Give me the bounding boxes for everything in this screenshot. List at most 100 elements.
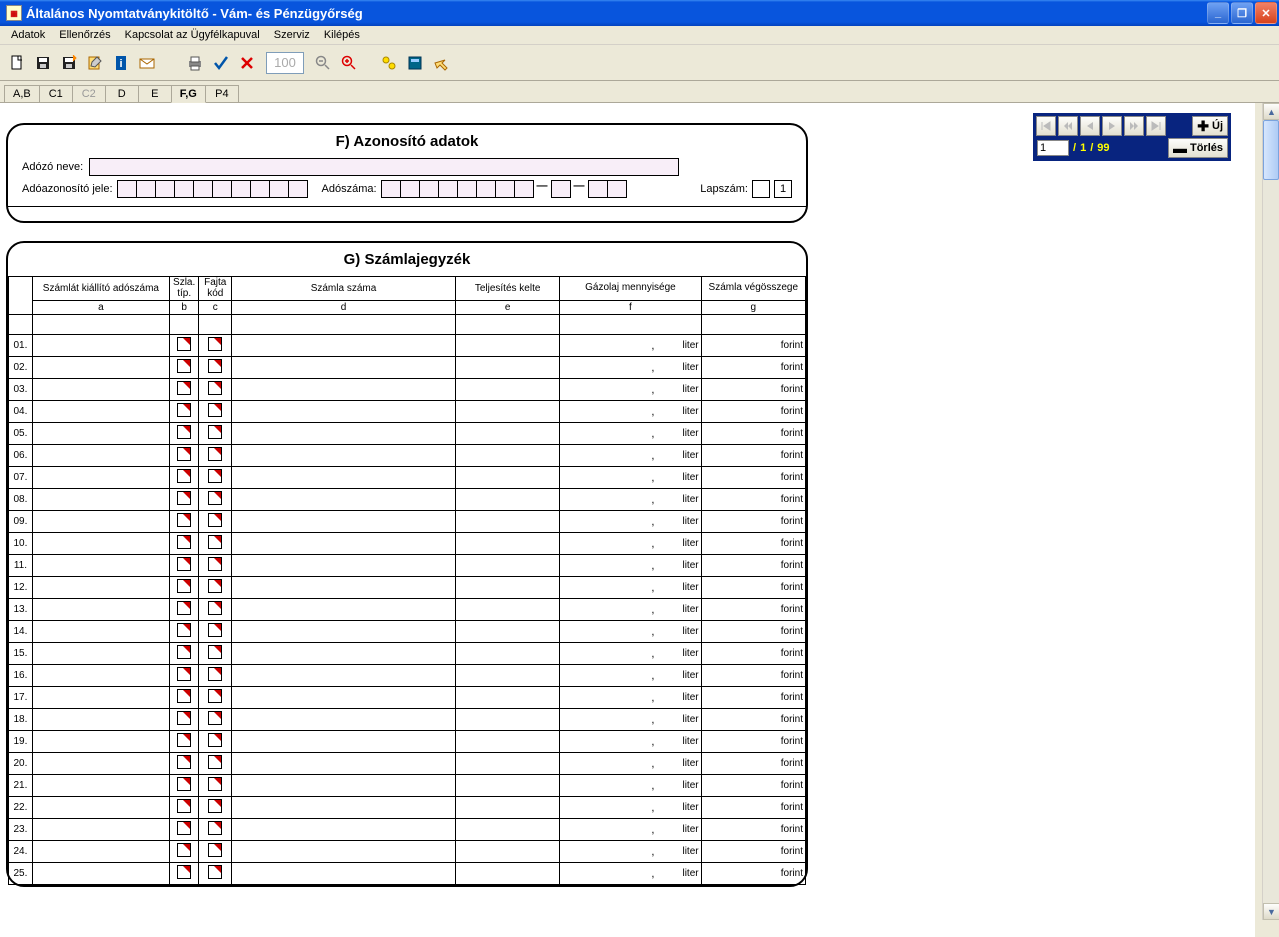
cell-date[interactable] xyxy=(455,775,559,797)
cell-taxnum[interactable] xyxy=(32,687,169,709)
cell-type[interactable] xyxy=(169,643,199,665)
cell-taxnum[interactable] xyxy=(32,489,169,511)
cell-type[interactable] xyxy=(169,841,199,863)
cell-taxnum[interactable] xyxy=(32,819,169,841)
cell-qty[interactable]: ,liter xyxy=(560,445,701,467)
cell-type[interactable] xyxy=(169,357,199,379)
cell-invoice[interactable] xyxy=(232,379,456,401)
cell-code[interactable] xyxy=(199,511,232,533)
cell-type[interactable] xyxy=(169,665,199,687)
dropdown-icon[interactable] xyxy=(208,381,222,395)
nav-next-fast-button[interactable] xyxy=(1124,116,1144,136)
dropdown-icon[interactable] xyxy=(208,513,222,527)
cell-type[interactable] xyxy=(169,555,199,577)
cell-code[interactable] xyxy=(199,489,232,511)
cell-type[interactable] xyxy=(169,819,199,841)
dropdown-icon[interactable] xyxy=(208,557,222,571)
dropdown-icon[interactable] xyxy=(208,865,222,879)
cell-total[interactable]: forint xyxy=(701,379,805,401)
cell-total[interactable]: forint xyxy=(701,467,805,489)
cell-taxnum[interactable] xyxy=(32,467,169,489)
cell-date[interactable] xyxy=(455,753,559,775)
cell-type[interactable] xyxy=(169,753,199,775)
tab-p4[interactable]: P4 xyxy=(205,85,239,102)
dropdown-icon[interactable] xyxy=(177,623,191,637)
tab-c1[interactable]: C1 xyxy=(39,85,73,102)
cell-total[interactable]: forint xyxy=(701,445,805,467)
taxnum-char[interactable] xyxy=(457,180,477,198)
cell-date[interactable] xyxy=(455,819,559,841)
taxid-char[interactable] xyxy=(174,180,194,198)
cell-taxnum[interactable] xyxy=(32,423,169,445)
dropdown-icon[interactable] xyxy=(177,645,191,659)
cell-taxnum[interactable] xyxy=(32,621,169,643)
window-close-button[interactable]: ✕ xyxy=(1255,2,1277,24)
cell-qty[interactable]: ,liter xyxy=(560,533,701,555)
cell-date[interactable] xyxy=(455,643,559,665)
dropdown-icon[interactable] xyxy=(208,535,222,549)
dropdown-icon[interactable] xyxy=(177,557,191,571)
cell-qty[interactable]: ,liter xyxy=(560,841,701,863)
cell-date[interactable] xyxy=(455,577,559,599)
cell-qty[interactable]: ,liter xyxy=(560,819,701,841)
taxid-char[interactable] xyxy=(288,180,308,198)
cell-invoice[interactable] xyxy=(232,555,456,577)
cell-date[interactable] xyxy=(455,841,559,863)
cell-total[interactable]: forint xyxy=(701,489,805,511)
cell-invoice[interactable] xyxy=(232,533,456,555)
cell-invoice[interactable] xyxy=(232,401,456,423)
calc-button[interactable] xyxy=(404,52,426,74)
cell-total[interactable]: forint xyxy=(701,863,805,885)
cell-taxnum[interactable] xyxy=(32,511,169,533)
cell-qty[interactable]: ,liter xyxy=(560,709,701,731)
cell-qty[interactable]: ,liter xyxy=(560,599,701,621)
tab-e[interactable]: E xyxy=(138,85,172,102)
print-button[interactable] xyxy=(184,52,206,74)
cell-code[interactable] xyxy=(199,665,232,687)
cell-total[interactable]: forint xyxy=(701,335,805,357)
info-button[interactable]: i xyxy=(110,52,132,74)
scroll-down-button[interactable]: ▼ xyxy=(1263,903,1279,920)
taxid-char[interactable] xyxy=(212,180,232,198)
cell-taxnum[interactable] xyxy=(32,775,169,797)
taxnum-char[interactable] xyxy=(551,180,571,198)
cell-total[interactable]: forint xyxy=(701,621,805,643)
taxid-char[interactable] xyxy=(193,180,213,198)
cell-invoice[interactable] xyxy=(232,797,456,819)
cell-code[interactable] xyxy=(199,445,232,467)
scroll-up-button[interactable]: ▲ xyxy=(1263,103,1279,120)
menu-szerviz[interactable]: Szerviz xyxy=(267,27,317,43)
save-button[interactable] xyxy=(32,52,54,74)
nav-delete-button[interactable]: ▬Törlés xyxy=(1168,138,1228,158)
cell-invoice[interactable] xyxy=(232,643,456,665)
dropdown-icon[interactable] xyxy=(177,403,191,417)
cell-code[interactable] xyxy=(199,753,232,775)
cell-total[interactable]: forint xyxy=(701,775,805,797)
cell-qty[interactable]: ,liter xyxy=(560,863,701,885)
cell-code[interactable] xyxy=(199,731,232,753)
cell-code[interactable] xyxy=(199,335,232,357)
cell-total[interactable]: forint xyxy=(701,819,805,841)
dropdown-icon[interactable] xyxy=(208,777,222,791)
nav-page-input[interactable] xyxy=(1037,140,1069,156)
cell-code[interactable] xyxy=(199,555,232,577)
cell-code[interactable] xyxy=(199,423,232,445)
scroll-thumb[interactable] xyxy=(1263,120,1279,180)
nav-prev-fast-button[interactable] xyxy=(1058,116,1078,136)
dropdown-icon[interactable] xyxy=(177,667,191,681)
taxnum-boxes[interactable]: —— xyxy=(381,180,627,198)
dropdown-icon[interactable] xyxy=(208,579,222,593)
dropdown-icon[interactable] xyxy=(208,821,222,835)
nav-new-button[interactable]: ✚Új xyxy=(1192,116,1228,136)
cell-taxnum[interactable] xyxy=(32,643,169,665)
cell-qty[interactable]: ,liter xyxy=(560,753,701,775)
cell-type[interactable] xyxy=(169,467,199,489)
cell-qty[interactable]: ,liter xyxy=(560,775,701,797)
dropdown-icon[interactable] xyxy=(177,535,191,549)
cell-code[interactable] xyxy=(199,621,232,643)
dropdown-icon[interactable] xyxy=(208,337,222,351)
zoom-field[interactable]: 100 xyxy=(266,52,304,74)
dropdown-icon[interactable] xyxy=(177,579,191,593)
cell-taxnum[interactable] xyxy=(32,401,169,423)
edit-button[interactable] xyxy=(84,52,106,74)
